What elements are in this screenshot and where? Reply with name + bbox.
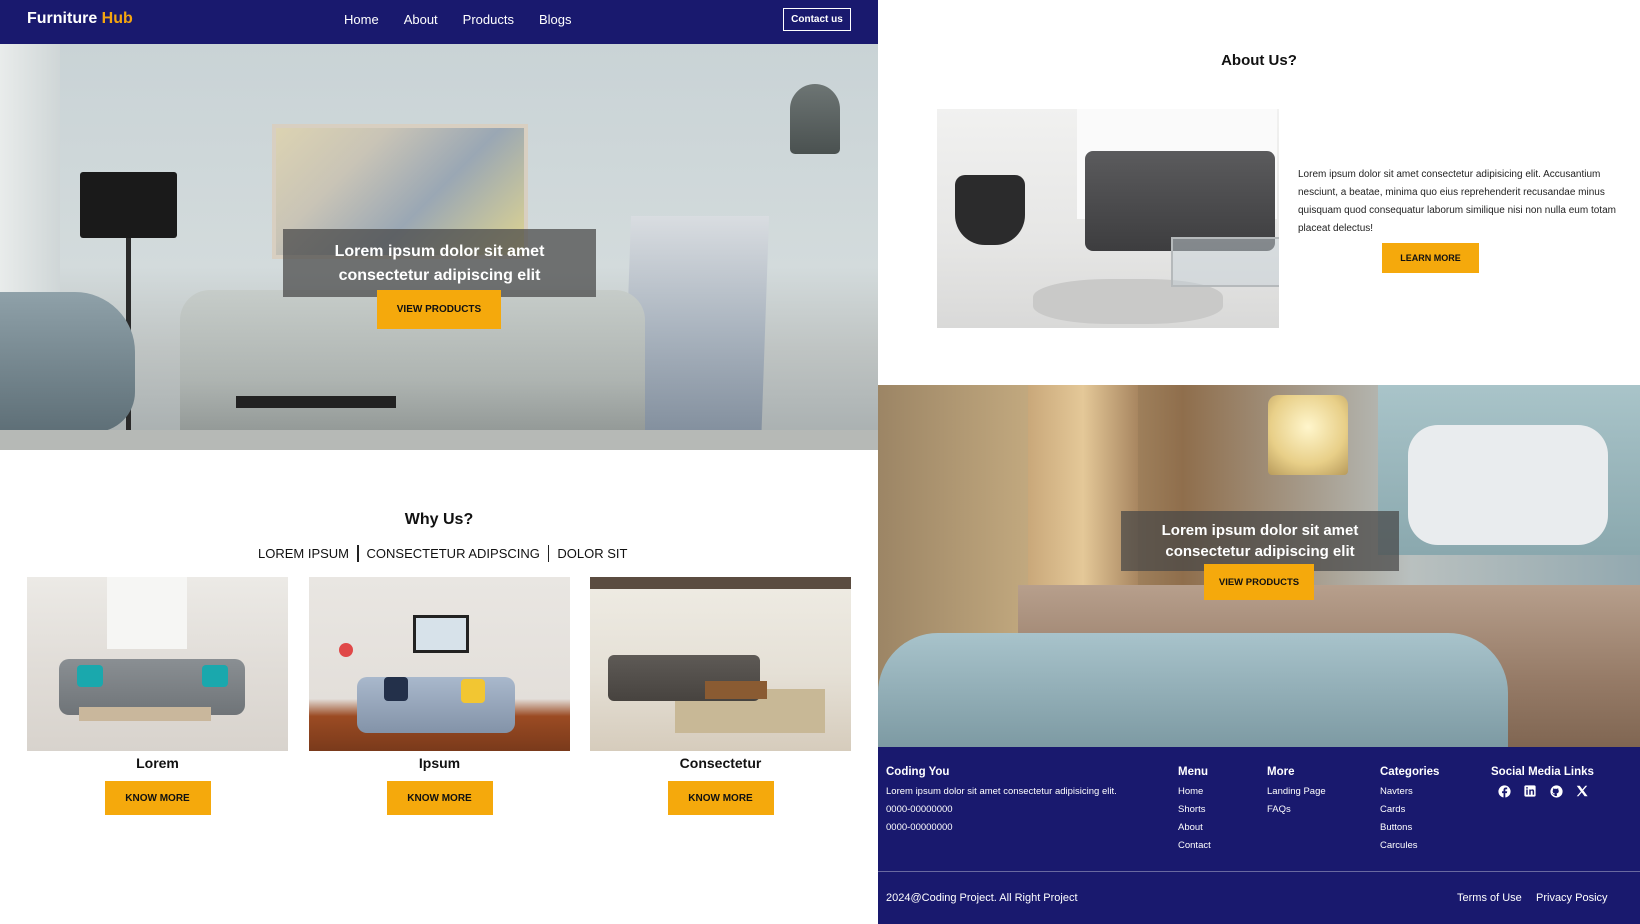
footer-link-buttons[interactable]: Buttons bbox=[1380, 819, 1439, 837]
footer-divider bbox=[878, 871, 1640, 872]
card-lamp bbox=[339, 643, 353, 657]
terms-of-use-link[interactable]: Terms of Use bbox=[1457, 892, 1522, 904]
card-pillow bbox=[384, 677, 408, 701]
product-card: Consectetur KNOW MORE bbox=[590, 577, 851, 815]
about-image bbox=[937, 109, 1279, 328]
hero-coffee-table bbox=[236, 396, 396, 408]
card-table bbox=[705, 681, 767, 699]
why-us-tabs: LOREM IPSUM CONSECTETUR ADIPSCING DOLOR … bbox=[250, 544, 635, 562]
footer-company-title: Coding You bbox=[886, 766, 950, 778]
facebook-icon[interactable] bbox=[1497, 784, 1511, 798]
footer-link-faqs[interactable]: FAQs bbox=[1267, 801, 1326, 819]
footer-link-carcules[interactable]: Carcules bbox=[1380, 837, 1439, 855]
hero-pendant-lamp bbox=[790, 84, 840, 154]
nav-blogs[interactable]: Blogs bbox=[539, 12, 572, 27]
footer-company: Coding You Lorem ipsum dolor sit amet co… bbox=[886, 766, 1117, 837]
know-more-button[interactable]: KNOW MORE bbox=[104, 781, 211, 815]
left-page: Furniture Hub Home About Products Blogs … bbox=[0, 0, 878, 924]
nav-links: Home About Products Blogs bbox=[344, 12, 597, 27]
contact-us-button[interactable]: Contact us bbox=[783, 8, 851, 31]
bedroom-banner: Lorem ipsum dolor sit amet consectetur a… bbox=[878, 385, 1640, 747]
hero-chair bbox=[0, 292, 135, 432]
know-more-button[interactable]: KNOW MORE bbox=[667, 781, 774, 815]
bedroom-bench bbox=[878, 633, 1508, 747]
footer-categories-title: Categories bbox=[1380, 766, 1440, 778]
tab-consectetur[interactable]: CONSECTETUR ADIPSCING bbox=[359, 546, 548, 561]
hero-line-1: Lorem ipsum dolor sit amet bbox=[334, 243, 545, 260]
hero-view-products-button[interactable]: VIEW PRODUCTS bbox=[377, 290, 501, 329]
learn-more-button[interactable]: LEARN MORE bbox=[1382, 243, 1479, 273]
bedroom-view-products-button[interactable]: VIEW PRODUCTS bbox=[1204, 564, 1314, 600]
navbar: Furniture Hub Home About Products Blogs … bbox=[0, 0, 878, 44]
product-card: Ipsum KNOW MORE bbox=[309, 577, 570, 815]
footer-menu-title: Menu bbox=[1178, 766, 1209, 778]
logo-name: Furniture bbox=[27, 10, 98, 27]
nav-products[interactable]: Products bbox=[463, 12, 514, 27]
footer: Coding You Lorem ipsum dolor sit amet co… bbox=[878, 747, 1640, 924]
x-icon[interactable] bbox=[1575, 784, 1589, 798]
bedroom-lamp bbox=[1268, 395, 1348, 475]
card-table bbox=[79, 707, 211, 721]
footer-link-shorts[interactable]: Shorts bbox=[1178, 801, 1211, 819]
hero-floor bbox=[0, 430, 878, 450]
product-card: Lorem KNOW MORE bbox=[27, 577, 288, 815]
hero-caption: Lorem ipsum dolor sit amet consectetur a… bbox=[283, 229, 596, 297]
bedroom-curtain bbox=[1028, 385, 1138, 615]
about-glass-table bbox=[1171, 237, 1279, 287]
privacy-policy-link[interactable]: Privacy Posicy bbox=[1536, 892, 1608, 904]
why-us-title: Why Us? bbox=[404, 511, 474, 528]
footer-company-desc: Lorem ipsum dolor sit amet consectetur a… bbox=[886, 786, 1117, 797]
card-pillow bbox=[461, 679, 485, 703]
footer-more: More Landing Page FAQs bbox=[1267, 766, 1326, 819]
social-icons bbox=[1491, 784, 1594, 798]
logo[interactable]: Furniture Hub bbox=[27, 10, 133, 28]
github-icon[interactable] bbox=[1549, 784, 1563, 798]
footer-link-landing-page[interactable]: Landing Page bbox=[1267, 783, 1326, 801]
bedroom-line-1: Lorem ipsum dolor sit amet bbox=[1161, 522, 1359, 539]
hero-line-2: consectetur adipiscing elit bbox=[338, 267, 541, 284]
footer-categories: Categories Navters Cards Buttons Carcule… bbox=[1380, 766, 1439, 855]
about-sofa bbox=[1085, 151, 1275, 251]
right-page: About Us? Lorem ipsum dolor sit amet con… bbox=[878, 0, 1640, 924]
footer-more-title: More bbox=[1267, 766, 1295, 778]
about-us-title: About Us? bbox=[1221, 52, 1297, 69]
footer-link-home[interactable]: Home bbox=[1178, 783, 1211, 801]
footer-link-contact[interactable]: Contact bbox=[1178, 837, 1211, 855]
bedroom-caption: Lorem ipsum dolor sit amet consectetur a… bbox=[1121, 511, 1399, 571]
bedroom-pillow bbox=[1408, 425, 1608, 545]
card-ceiling bbox=[590, 577, 851, 589]
card-window bbox=[107, 577, 187, 649]
footer-link-about[interactable]: About bbox=[1178, 819, 1211, 837]
logo-accent: Hub bbox=[101, 10, 133, 27]
footer-social: Social Media Links bbox=[1491, 766, 1594, 798]
linkedin-icon[interactable] bbox=[1523, 784, 1537, 798]
card-title: Consectetur bbox=[679, 755, 762, 771]
card-image bbox=[27, 577, 288, 751]
footer-menu: Menu Home Shorts About Contact bbox=[1178, 766, 1211, 855]
know-more-button[interactable]: KNOW MORE bbox=[386, 781, 493, 815]
copyright-text: 2024@Coding Project. All Right Project bbox=[886, 892, 1078, 904]
card-title: Lorem bbox=[136, 755, 179, 771]
bedroom-line-2: consectetur adipiscing elit bbox=[1165, 543, 1355, 560]
hero-section: Lorem ipsum dolor sit amet consectetur a… bbox=[0, 44, 878, 450]
card-wall-frame bbox=[413, 615, 469, 653]
card-pillow bbox=[202, 665, 228, 687]
card-title: Ipsum bbox=[418, 755, 461, 771]
footer-phone: 0000-00000000 bbox=[886, 822, 953, 833]
nav-home[interactable]: Home bbox=[344, 12, 379, 27]
footer-phone: 0000-00000000 bbox=[886, 804, 953, 815]
footer-social-title: Social Media Links bbox=[1491, 766, 1594, 778]
card-pillow bbox=[77, 665, 103, 687]
footer-link-cards[interactable]: Cards bbox=[1380, 801, 1439, 819]
tab-lorem-ipsum[interactable]: LOREM IPSUM bbox=[250, 546, 357, 561]
tab-dolor-sit[interactable]: DOLOR SIT bbox=[549, 546, 635, 561]
hero-floor-lamp bbox=[80, 172, 177, 238]
about-chair bbox=[955, 175, 1025, 245]
nav-about[interactable]: About bbox=[404, 12, 438, 27]
card-image bbox=[590, 577, 851, 751]
footer-link-navters[interactable]: Navters bbox=[1380, 783, 1439, 801]
card-image bbox=[309, 577, 570, 751]
card-sofa bbox=[357, 677, 515, 733]
about-description: Lorem ipsum dolor sit amet consectetur a… bbox=[1298, 169, 1616, 234]
